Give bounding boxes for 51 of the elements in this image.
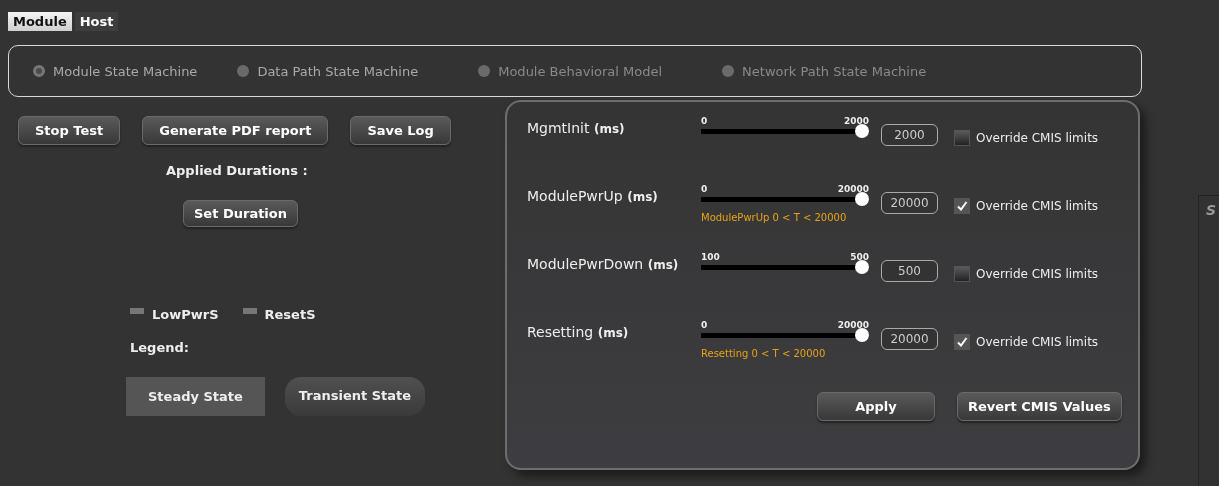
action-button[interactable]: Stop Test: [18, 116, 121, 145]
duration-input[interactable]: 500: [881, 260, 938, 282]
steady-state-swatch: Steady State: [126, 377, 265, 416]
state-machine-radio[interactable]: Module State Machine: [33, 63, 198, 79]
duration-slider[interactable]: [701, 328, 869, 342]
duration-label: ModulePwrDown (ms): [527, 255, 680, 272]
override-checkbox[interactable]: [954, 130, 970, 146]
slider-thumb[interactable]: [855, 328, 869, 342]
tab[interactable]: Host: [74, 12, 119, 31]
transient-state-swatch: Transient State: [284, 377, 426, 416]
override-checkbox[interactable]: [954, 334, 970, 350]
override-checkbox[interactable]: [954, 266, 970, 282]
slider-min-label: 100: [701, 252, 720, 264]
range-hint: ModulePwrUp 0 < T < 20000: [701, 212, 847, 223]
action-button[interactable]: Save Log: [350, 116, 451, 145]
state-machine-radio[interactable]: Data Path State Machine: [237, 63, 419, 79]
applied-durations-label: Applied Durations :: [166, 163, 309, 178]
slider-max-label: 500: [850, 252, 869, 264]
duration-label: ModulePwrUp (ms): [527, 187, 659, 204]
panel-title: S: [1206, 202, 1217, 218]
legend-label: Legend:: [130, 340, 190, 355]
slider-min-label: 0: [701, 320, 708, 332]
slider-min-label: 0: [701, 184, 708, 196]
slider-max-label: 2000: [843, 116, 869, 128]
duration-input[interactable]: 20000: [881, 192, 938, 214]
duration-label: MgmtInit (ms): [527, 119, 626, 136]
duration-slider[interactable]: [701, 124, 869, 138]
slider-thumb[interactable]: [855, 192, 869, 206]
duration-input[interactable]: 20000: [881, 328, 938, 350]
range-hint: Resetting 0 < T < 20000: [701, 348, 826, 359]
slider-thumb[interactable]: [855, 260, 869, 274]
dialog-button[interactable]: Apply: [817, 392, 935, 421]
duration-label: Resetting (ms): [527, 323, 630, 340]
signal-label: LowPwrS: [152, 307, 219, 322]
duration-input[interactable]: 2000: [881, 124, 938, 146]
override-label: Override CMIS limits: [976, 199, 1099, 213]
dialog-button[interactable]: Revert CMIS Values: [957, 392, 1122, 421]
override-label: Override CMIS limits: [976, 267, 1099, 281]
set-duration-button[interactable]: Set Duration: [183, 200, 298, 227]
tab[interactable]: Module: [8, 12, 72, 31]
override-label: Override CMIS limits: [976, 335, 1099, 349]
override-label: Override CMIS limits: [976, 131, 1099, 145]
slider-min-label: 0: [701, 116, 708, 128]
slider-max-label: 20000: [837, 184, 869, 196]
duration-slider[interactable]: [701, 192, 869, 206]
action-button[interactable]: Generate PDF report: [142, 116, 329, 145]
signal-label: ResetS: [264, 307, 316, 322]
slider-max-label: 20000: [837, 320, 869, 332]
override-checkbox[interactable]: [954, 198, 970, 214]
duration-slider[interactable]: [701, 260, 869, 274]
slider-thumb[interactable]: [855, 124, 869, 138]
